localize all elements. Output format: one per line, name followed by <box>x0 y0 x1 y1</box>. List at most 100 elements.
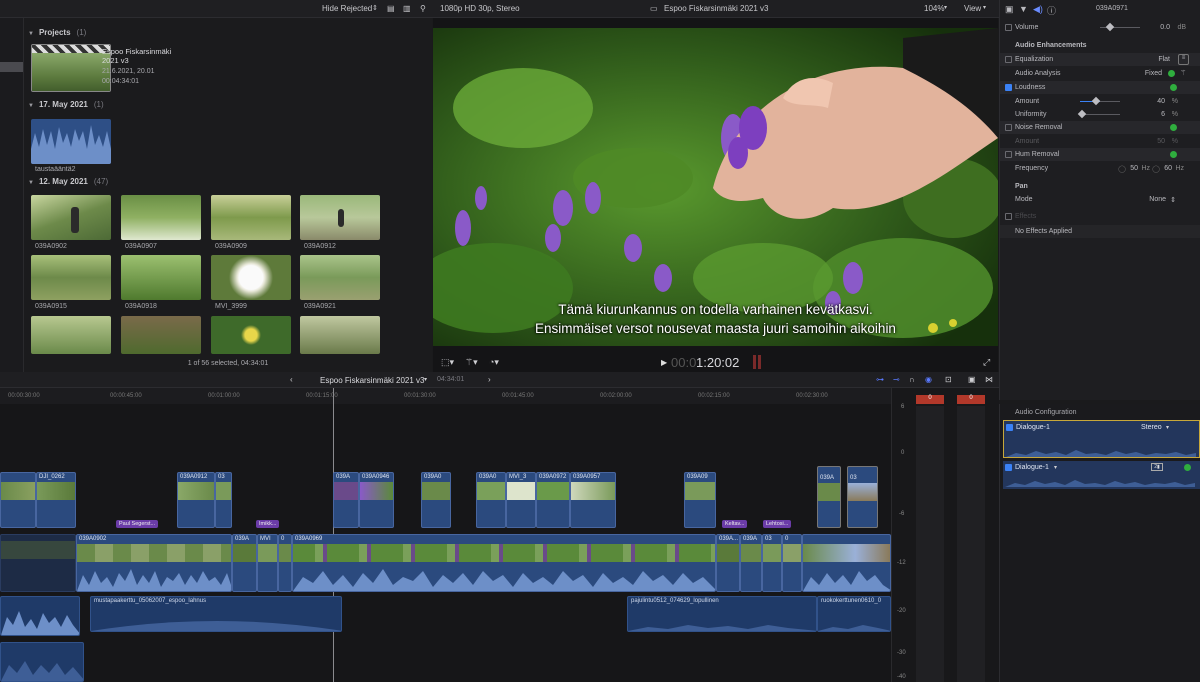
zoom-menu[interactable]: 104% <box>924 4 944 13</box>
index-audio-icon[interactable]: ⊶ <box>876 375 884 384</box>
event-header-17-may[interactable]: ▼ 17. May 2021 (1) <box>28 100 104 109</box>
clip-thumbnail[interactable] <box>31 255 111 300</box>
storyline-clip[interactable]: 0 <box>278 534 292 592</box>
connected-clip[interactable]: 039A0 <box>476 472 506 528</box>
clip-thumbnail[interactable] <box>121 195 201 240</box>
audio-enhancements-header[interactable]: Audio Enhancements <box>1000 39 1200 52</box>
transform-icon[interactable]: ⬚▾ <box>441 357 454 368</box>
chevron-down-icon[interactable]: ▾ <box>1054 464 1057 471</box>
audio-clip[interactable]: pajulintu0512_074629_lopullinen <box>627 596 817 632</box>
chevron-updown-icon[interactable]: ⇕ <box>1168 196 1176 204</box>
storyline-clip[interactable]: 03 <box>762 534 782 592</box>
video-inspector-icon[interactable]: ▣ <box>1005 4 1014 15</box>
equalization-checkbox[interactable] <box>1005 56 1012 63</box>
timeline-ruler[interactable]: 00:00:30:00 00:00:45:00 00:01:00:00 00:0… <box>0 388 891 404</box>
clip-thumbnail[interactable] <box>300 255 380 300</box>
search-icon[interactable]: ⚲ <box>420 4 426 13</box>
storyline-clip[interactable] <box>802 534 891 592</box>
clip-appearance-icon[interactable]: ▣ <box>968 375 976 384</box>
project-thumbnail[interactable] <box>31 44 111 92</box>
timeline-project-title[interactable]: Espoo Fiskarsinmäki 2021 v3 <box>320 376 425 385</box>
effects-checkbox[interactable] <box>1005 213 1012 220</box>
peak-indicator[interactable]: 0 <box>957 395 985 404</box>
chevron-down-icon[interactable]: ▾ <box>944 4 947 11</box>
view-menu[interactable]: View <box>964 4 981 13</box>
clip-thumbnail[interactable] <box>300 195 380 240</box>
noise-removal-row[interactable]: Noise Removal <box>1000 121 1200 134</box>
connected-clip[interactable]: 039A0972 <box>536 472 570 528</box>
audio-config-row-1[interactable]: Dialogue-1 Stereo ▾ <box>1003 420 1200 458</box>
pan-mode-row[interactable]: Mode None ⇕ <box>1000 193 1200 206</box>
enhance-wand-icon[interactable]: ⚚▾ <box>465 357 478 368</box>
connected-clip[interactable]: MVI_3 <box>506 472 536 528</box>
audio-clip[interactable]: ruokokerttunen0610_0 <box>817 596 891 632</box>
title-tag[interactable]: Imikk... <box>256 520 280 528</box>
connected-clip[interactable]: 03 <box>847 466 878 528</box>
audio-clip[interactable] <box>0 642 84 682</box>
solo-icon[interactable]: ◉ <box>925 375 932 384</box>
fullscreen-icon[interactable]: ⤢ <box>983 357 990 368</box>
connected-clip[interactable] <box>0 472 36 528</box>
clip-thumbnail[interactable] <box>31 195 111 240</box>
audio-clip-thumbnail[interactable] <box>31 119 111 164</box>
hum-removal-checkbox[interactable] <box>1005 151 1012 158</box>
sidebar-selected-item[interactable] <box>0 62 23 72</box>
chevron-down-icon[interactable]: ▾ <box>424 376 427 383</box>
clip-thumbnail[interactable] <box>300 316 380 354</box>
hum-removal-row[interactable]: Hum Removal <box>1000 148 1200 161</box>
info-inspector-icon[interactable]: ⓘ <box>1047 4 1056 17</box>
storyline-clip[interactable]: 0 <box>782 534 802 592</box>
connected-clip[interactable]: 039A0912 <box>177 472 215 528</box>
connected-clip[interactable]: 039A09 <box>684 472 716 528</box>
magic-wand-icon[interactable]: ⚚ <box>1180 69 1186 77</box>
back-arrow-icon[interactable]: ‹ <box>290 375 293 384</box>
eq-graph-icon[interactable]: ≡ <box>1178 54 1189 65</box>
channel-select[interactable]: Stereo <box>1141 424 1162 431</box>
role-checkbox[interactable] <box>1006 424 1013 431</box>
title-tag[interactable]: Paul Segerst... <box>116 520 159 528</box>
uniformity-knob[interactable] <box>1078 109 1087 119</box>
disclosure-triangle-icon[interactable]: ▼ <box>28 180 34 186</box>
radio-50-icon[interactable]: ◯ <box>1118 165 1126 173</box>
storyline-clip[interactable]: 039A0969 <box>292 534 716 592</box>
disclosure-triangle-icon[interactable]: ▼ <box>28 31 34 37</box>
storyline-clip[interactable]: 039A0902 <box>76 534 232 592</box>
clip-appearance-icon[interactable]: ▥ <box>403 4 411 13</box>
noise-removal-checkbox[interactable] <box>1005 124 1012 131</box>
loudness-row[interactable]: Loudness <box>1000 81 1200 94</box>
connected-clip[interactable]: DJI_0262 <box>36 472 76 528</box>
pan-header[interactable]: Pan <box>1000 180 1200 193</box>
color-inspector-icon[interactable]: ▼ <box>1019 4 1028 14</box>
play-icon[interactable]: ▶ <box>661 358 667 367</box>
audio-inspector-icon[interactable]: ◀) <box>1033 4 1043 15</box>
effects-browser-icon[interactable]: ⋈ <box>985 375 993 384</box>
skimming-icon[interactable]: ⊸ <box>893 375 900 384</box>
storyline-clip[interactable]: MVI <box>257 534 278 592</box>
snapping-icon[interactable]: ⊡ <box>945 375 952 384</box>
clip-thumbnail[interactable] <box>121 255 201 300</box>
audio-config-row-2[interactable]: Dialogue-1 ▾ 2▮ <box>1003 461 1200 489</box>
connected-clip[interactable]: 03 <box>215 472 232 528</box>
audio-clip[interactable]: mustapaakerttu_05062007_espoo_lahnus <box>90 596 342 632</box>
forward-arrow-icon[interactable]: › <box>488 375 491 384</box>
equalization-row[interactable]: Equalization Flat ≡ <box>1000 53 1200 66</box>
equalization-value[interactable]: Flat <box>1140 56 1170 63</box>
chevron-down-icon[interactable]: ▾ <box>983 4 986 11</box>
clip-thumbnail[interactable] <box>211 316 291 354</box>
connected-clip[interactable]: 039A0 <box>421 472 451 528</box>
audio-skimming-icon[interactable]: ∩ <box>909 375 915 384</box>
storyline-clip[interactable]: 039A... <box>716 534 740 592</box>
title-tag[interactable]: Lehtosi... <box>763 520 792 528</box>
clip-thumbnail[interactable] <box>31 316 111 354</box>
film-strip-icon[interactable]: ▤ <box>387 4 395 13</box>
timeline[interactable]: DJI_0262 039A0912 03 039A 039A0946 039A0… <box>0 388 891 682</box>
connected-clip[interactable]: 039A0957 <box>570 472 616 528</box>
amount-knob[interactable] <box>1091 96 1101 106</box>
storyline-gap[interactable] <box>0 534 76 592</box>
connected-clip[interactable]: 039A <box>333 472 359 528</box>
video-frame[interactable]: Tämä kiurunkannus on todella varhainen k… <box>433 28 998 346</box>
speed-gauge-icon[interactable]: ◔▾ <box>489 357 499 368</box>
event-header-12-may[interactable]: ▼ 12. May 2021 (47) <box>28 177 108 186</box>
clip-thumbnail[interactable] <box>121 316 201 354</box>
connected-clip[interactable]: 039A0946 <box>359 472 394 528</box>
